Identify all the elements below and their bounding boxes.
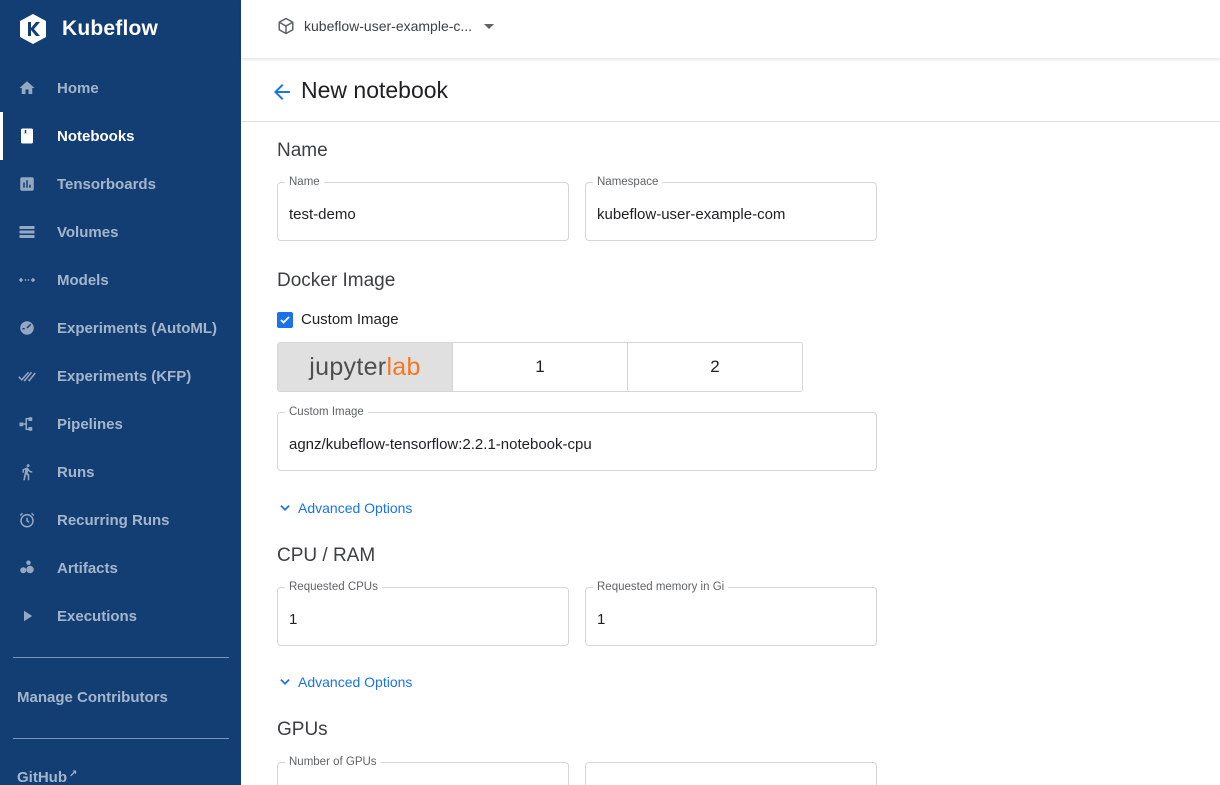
custom-image-field[interactable]: Custom Image agnz/kubeflow-tensorflow:2.… xyxy=(277,406,877,471)
toggle-option-2[interactable]: 2 xyxy=(627,343,802,391)
sidebar-item-experiments-kfp[interactable]: Experiments (KFP) xyxy=(0,352,241,400)
kubeflow-logo-icon xyxy=(20,14,46,44)
custom-image-checkbox-label: Custom Image xyxy=(301,311,399,328)
brand[interactable]: Kubeflow xyxy=(17,12,158,46)
toggle-jupyterlab[interactable]: jupyterlab xyxy=(278,343,452,391)
play-icon xyxy=(17,606,37,626)
sidebar-item-label: Experiments (KFP) xyxy=(57,367,192,385)
sidebar-item-label: Executions xyxy=(57,607,138,625)
toggle-option-1[interactable]: 1 xyxy=(452,343,627,391)
advanced-options-label: Advanced Options xyxy=(298,500,413,516)
sidebar-item-label: Runs xyxy=(57,463,95,481)
sidebar-item-experiments-automl[interactable]: Experiments (AutoML) xyxy=(0,304,241,352)
name-field-value: test-demo xyxy=(289,206,356,223)
name-field-label: Name xyxy=(285,176,324,189)
sidebar-item-label: Home xyxy=(57,79,99,97)
sidebar-item-label: Volumes xyxy=(57,223,119,241)
alarm-icon xyxy=(17,510,37,530)
sidebar-item-label: Models xyxy=(57,271,109,289)
storage-icon xyxy=(17,222,37,242)
code-arrows-icon xyxy=(17,270,37,290)
chevron-down-icon xyxy=(280,505,290,511)
namespace-selector-value: kubeflow-user-example-c... xyxy=(304,18,473,34)
sidebar-item-label: Tensorboards xyxy=(57,175,156,193)
github-link[interactable]: GitHub ↗ xyxy=(17,769,77,785)
page-header: New notebook xyxy=(241,58,1220,122)
sidebar-item-volumes[interactable]: Volumes xyxy=(0,208,241,256)
notebook-icon xyxy=(17,126,37,146)
namespace-field[interactable]: Namespace kubeflow-user-example-com xyxy=(585,176,877,241)
chart-icon xyxy=(17,174,37,194)
sidebar: Kubeflow Home Notebooks Tensorboards Vol… xyxy=(0,0,241,785)
requested-cpus-label: Requested CPUs xyxy=(285,581,382,594)
sidebar-item-notebooks[interactable]: Notebooks xyxy=(0,112,241,160)
advanced-options-toggle[interactable]: Advanced Options xyxy=(278,500,412,516)
sidebar-item-label: Recurring Runs xyxy=(57,511,170,529)
number-of-gpus-field[interactable]: Number of GPUs xyxy=(277,756,569,785)
custom-image-checkbox-row[interactable]: Custom Image xyxy=(277,311,399,328)
section-title-name: Name xyxy=(277,140,328,161)
name-field[interactable]: Name test-demo xyxy=(277,176,569,241)
sidebar-item-models[interactable]: Models xyxy=(0,256,241,304)
custom-image-checkbox[interactable] xyxy=(277,311,293,328)
cube-icon xyxy=(278,17,294,35)
pipeline-icon xyxy=(17,414,37,434)
sidebar-divider xyxy=(13,738,229,739)
double-check-icon xyxy=(17,366,37,386)
sidebar-item-label: Pipelines xyxy=(57,415,123,433)
custom-image-field-label: Custom Image xyxy=(285,406,368,419)
run-icon xyxy=(17,462,37,482)
chevron-down-icon xyxy=(280,679,290,685)
sidebar-item-tensorboards[interactable]: Tensorboards xyxy=(0,160,241,208)
brand-name: Kubeflow xyxy=(62,17,159,40)
namespace-field-label: Namespace xyxy=(593,176,663,189)
advanced-options-toggle-2[interactable]: Advanced Options xyxy=(278,674,412,690)
sidebar-item-recurring-runs[interactable]: Recurring Runs xyxy=(0,496,241,544)
requested-cpus-field[interactable]: Requested CPUs 1 xyxy=(277,581,569,646)
section-title-gpus: GPUs xyxy=(277,719,328,740)
requested-memory-value: 1 xyxy=(597,611,606,628)
namespace-selector[interactable]: kubeflow-user-example-c... xyxy=(277,14,495,38)
sidebar-nav: Home Notebooks Tensorboards Volumes Mode… xyxy=(0,64,241,640)
sidebar-item-label: Notebooks xyxy=(57,127,135,145)
sidebar-item-runs[interactable]: Runs xyxy=(0,448,241,496)
advanced-options-label: Advanced Options xyxy=(298,674,413,690)
sidebar-item-executions[interactable]: Executions xyxy=(0,592,241,640)
sidebar-item-label: Artifacts xyxy=(57,559,118,577)
sidebar-item-label: Experiments (AutoML) xyxy=(57,319,218,337)
back-arrow-icon[interactable] xyxy=(270,80,294,104)
jupyterlab-logo-icon: jupyterlab xyxy=(309,352,421,381)
speedometer-icon xyxy=(17,318,37,338)
section-title-docker-image: Docker Image xyxy=(277,270,396,291)
page-title: New notebook xyxy=(301,77,449,103)
home-icon xyxy=(17,78,37,98)
requested-memory-field[interactable]: Requested memory in Gi 1 xyxy=(585,581,877,646)
namespace-field-value: kubeflow-user-example-com xyxy=(597,206,786,223)
external-link-icon: ↗ xyxy=(69,769,78,780)
sidebar-item-pipelines[interactable]: Pipelines xyxy=(0,400,241,448)
gpu-vendor-field[interactable] xyxy=(585,762,877,785)
github-link-label: GitHub xyxy=(17,769,67,785)
check-icon xyxy=(280,315,290,324)
number-of-gpus-label: Number of GPUs xyxy=(285,756,381,769)
custom-image-field-value: agnz/kubeflow-tensorflow:2.2.1-notebook-… xyxy=(289,436,592,453)
image-type-toggle-group: jupyterlab 1 2 xyxy=(277,342,803,392)
requested-memory-label: Requested memory in Gi xyxy=(593,581,729,594)
sidebar-item-home[interactable]: Home xyxy=(0,64,241,112)
section-title-cpu-ram: CPU / RAM xyxy=(277,545,376,566)
sidebar-divider xyxy=(13,657,229,658)
top-bar: kubeflow-user-example-c... xyxy=(241,0,1220,58)
manage-contributors-link[interactable]: Manage Contributors xyxy=(17,689,168,706)
caret-down-icon xyxy=(484,23,495,29)
requested-cpus-value: 1 xyxy=(289,611,298,628)
bubbles-icon xyxy=(17,558,37,578)
sidebar-item-artifacts[interactable]: Artifacts xyxy=(0,544,241,592)
